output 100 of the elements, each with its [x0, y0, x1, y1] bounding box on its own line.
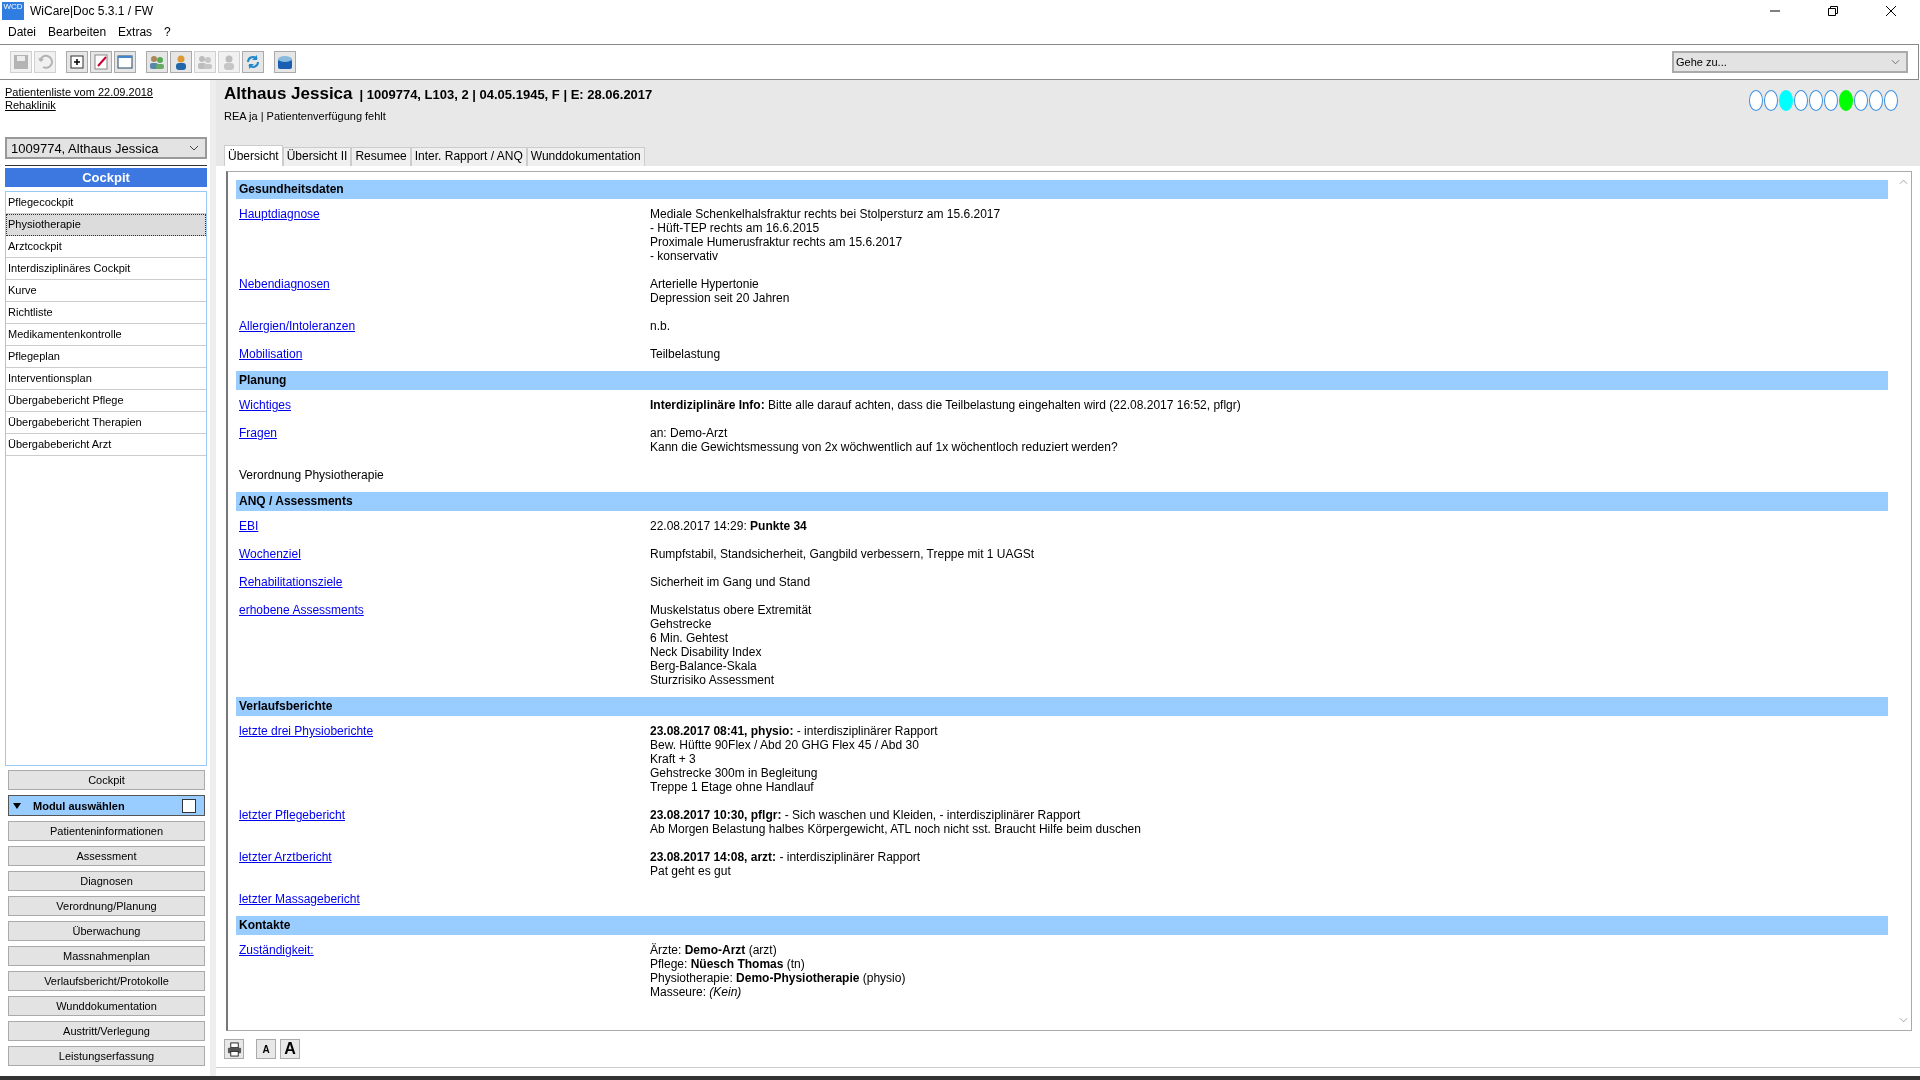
section-link[interactable]: Zuständigkeit: [239, 943, 314, 957]
cockpit-button[interactable]: Cockpit [8, 770, 205, 790]
sidebar-item[interactable]: Übergabebericht Arzt [6, 434, 206, 456]
module-button[interactable]: Verordnung/Planung [8, 896, 205, 916]
row-value-line: Kann die Gewichtsmessung von 2x wöchwentlich auf 1x wöchentloch reduziert werden? [650, 440, 1118, 454]
sidebar-item[interactable]: Kurve [6, 280, 206, 302]
restore-icon[interactable] [1827, 5, 1839, 17]
module-button[interactable]: Verlaufsbericht/Protokolle [8, 971, 205, 991]
sidebar-item[interactable]: Übergabebericht Pflege [6, 390, 206, 412]
menu-item[interactable]: Bearbeiten [42, 25, 113, 39]
row-value-line: Rumpfstabil, Standsicherheit, Gangbild verbessern, Treppe mit 1 UAGSt [650, 547, 1035, 561]
section-link[interactable]: Rehabilitationsziele [239, 575, 343, 589]
section-link[interactable]: letzter Pflegebericht [239, 808, 346, 822]
module-button[interactable]: Assessment [8, 846, 205, 866]
sidebar-item[interactable]: Richtliste [6, 302, 206, 324]
row-value-line: an: Demo-Arzt [650, 426, 728, 440]
module-header-label: Modul auswählen [33, 799, 125, 812]
tab[interactable]: Übersicht II [282, 147, 352, 166]
module-button[interactable]: Leistungserfassung [8, 1046, 205, 1066]
window-title: WiCare|Doc 5.3.1 / FW [30, 4, 154, 18]
section-link[interactable]: letzte drei Physioberichte [239, 724, 374, 738]
section-header: Kontakte [236, 916, 1888, 935]
tab[interactable]: Übersicht [224, 145, 283, 166]
sidebar-item[interactable]: Übergabebericht Therapien [6, 412, 206, 434]
tab[interactable]: Wunddokumentation [526, 147, 645, 166]
sidebar-item[interactable]: Arztcockpit [6, 236, 206, 258]
row-value-line: 22.08.2017 14:29: Punkte 34 [650, 519, 807, 533]
section-header: Gesundheitsdaten [236, 180, 1888, 199]
close-icon[interactable] [1885, 5, 1897, 17]
row-value-line: 23.08.2017 10:30, pflgr: - Sich waschen und Kleiden, - interdisziplinärer Rapport [650, 808, 1081, 822]
menu-item[interactable]: ? [158, 25, 177, 39]
row-value-line: Depression seit 20 Jahren [650, 291, 790, 305]
patient-details: | 1009774, L103, 2 | 04.05.1945, F | E: 28.06.2017 [359, 87, 653, 102]
section-link[interactable]: Wochenziel [239, 547, 301, 561]
sidebar-item[interactable]: Medikamentenkontrolle [6, 324, 206, 346]
row-value-line: Mediale Schenkelhalsfraktur rechts bei Stolpersturz am 15.6.2017 [650, 207, 1001, 221]
tab[interactable]: Resumee [351, 147, 411, 166]
expand-icon[interactable] [13, 801, 21, 810]
module-button[interactable]: Patienteninformationen [8, 821, 205, 841]
module-button[interactable]: Überwachung [8, 921, 205, 941]
patient-dropdown[interactable]: 1009774, Althaus Jessica [5, 137, 207, 159]
person-icon[interactable] [170, 51, 192, 73]
row-value-line: 23.08.2017 08:41, physio: - interdisziplinärer Rapport [650, 724, 938, 738]
row-value-line: Bew. Hüftte 90Flex / Abd 20 GHG Flex 45 / Abd 30 [650, 738, 919, 752]
sidebar-item[interactable]: Pflegeplan [6, 346, 206, 368]
row-label: Verordnung Physiotherapie [239, 468, 384, 482]
tab[interactable]: Inter. Rapport / ANQ [410, 147, 527, 166]
row-value-line: - konservativ [650, 249, 719, 263]
clinic-link[interactable]: Rehaklinik [5, 99, 207, 112]
row-value-line: - Hüft-TEP rechts am 16.6.2015 [650, 221, 820, 235]
section-link[interactable]: Fragen [239, 426, 278, 440]
menu-item[interactable]: Datei [2, 25, 42, 39]
row-value-line: 23.08.2017 14:08, arzt: - interdisziplinärer Rapport [650, 850, 921, 864]
add-icon[interactable] [66, 51, 88, 73]
window-icon[interactable] [114, 51, 136, 73]
section-link[interactable]: Mobilisation [239, 347, 303, 361]
row-value-line: Sturzrisiko Assessment [650, 673, 775, 687]
module-checkbox[interactable] [182, 798, 196, 813]
section-link[interactable]: EBI [239, 519, 259, 533]
patient-status: REA ja | Patientenverfügung fehlt [224, 110, 387, 122]
section-header: Verlaufsberichte [236, 697, 1888, 716]
section-link[interactable]: Nebendiagnosen [239, 277, 330, 291]
row-value-line: Berg-Balance-Skala [650, 659, 757, 673]
module-header[interactable]: Modul auswählen [8, 795, 205, 816]
refresh-icon[interactable] [242, 51, 264, 73]
row-value-line: Masseure: (Kein) [650, 985, 742, 999]
font-smaller-button[interactable]: A [256, 1039, 276, 1059]
module-button[interactable]: Diagnosen [8, 871, 205, 891]
app-logo: WCD [2, 2, 24, 20]
group-icon[interactable] [146, 51, 168, 73]
print-icon[interactable] [224, 1039, 244, 1059]
chevron-down-icon[interactable] [189, 145, 199, 151]
patient-list-link[interactable]: Patientenliste vom 22.09.2018 [5, 86, 207, 99]
goto-dropdown[interactable]: Gehe zu... [1672, 51, 1908, 73]
module-button[interactable]: Wunddokumentation [8, 996, 205, 1016]
menu-item[interactable]: Extras [112, 25, 159, 39]
section-link[interactable]: letzter Massagebericht [239, 892, 360, 906]
row-value-line: Proximale Humerusfraktur rechts am 15.6.2017 [650, 235, 903, 249]
row-value-line: n.b. [650, 319, 670, 333]
module-button[interactable]: Austritt/Verlegung [8, 1021, 205, 1041]
section-link[interactable]: Wichtiges [239, 398, 291, 412]
row-value-line: Treppe 1 Etage ohne Handlauf [650, 780, 814, 794]
section-link[interactable]: Allergien/Intoleranzen [239, 319, 356, 333]
row-value-line: Arterielle Hypertonie [650, 277, 759, 291]
section-link[interactable]: erhobene Assessments [239, 603, 364, 617]
font-larger-button[interactable]: A [280, 1039, 300, 1059]
row-value-line: Teilbelastung [650, 347, 721, 361]
module-button[interactable]: Massnahmenplan [8, 946, 205, 966]
sidebar-item[interactable]: Physiotherapie [6, 214, 206, 236]
section-header: Planung [236, 371, 1888, 390]
edit-icon[interactable] [90, 51, 112, 73]
row-value-line: Pat geht es gut [650, 864, 731, 878]
row-value-line: Gehstrecke [650, 617, 712, 631]
row-value-line: Neck Disability Index [650, 645, 762, 659]
section-link[interactable]: Hauptdiagnose [239, 207, 320, 221]
box-icon[interactable] [274, 51, 296, 73]
row-value-line: Gehstrecke 300m in Begleitung [650, 766, 818, 780]
section-link[interactable]: letzter Arztbericht [239, 850, 332, 864]
sidebar-item[interactable]: Interdisziplinäres Cockpit [6, 258, 206, 280]
sidebar-item[interactable]: Interventionsplan [6, 368, 206, 390]
